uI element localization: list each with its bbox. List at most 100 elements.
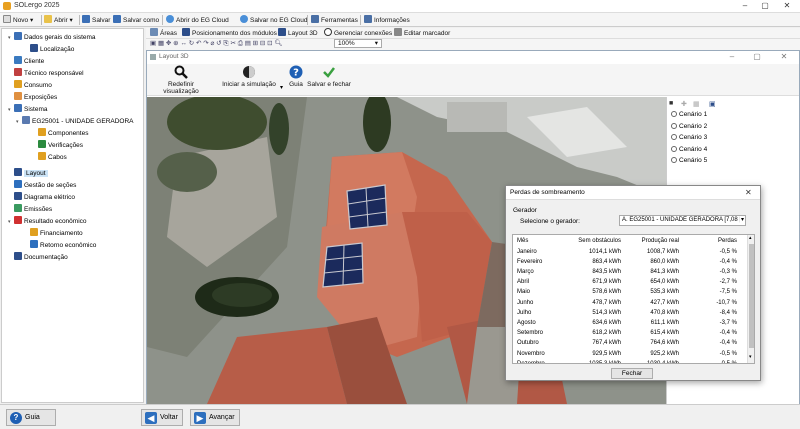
- tab-manage-connections[interactable]: Gerenciar conexões: [324, 28, 392, 38]
- chevron-down-icon: ▾: [374, 40, 378, 47]
- tree-item-tecnico-responsavel[interactable]: Técnico responsável: [8, 68, 84, 77]
- new-button[interactable]: Novo ▾: [3, 15, 33, 25]
- cables-icon: [38, 152, 46, 160]
- camera-icon[interactable]: ■: [669, 100, 673, 107]
- layout-3d-titlebar: Layout 3D – ▢ ✕: [147, 51, 799, 63]
- scenario-label: Cenário 2: [679, 122, 708, 130]
- open-cloud-button[interactable]: Abrir do EG Cloud: [166, 15, 229, 25]
- guide-button[interactable]: ? Guia: [6, 409, 56, 426]
- save-cloud-button[interactable]: Salvar no EG Cloud: [240, 15, 307, 25]
- tree-item-componentes[interactable]: Componentes: [32, 128, 88, 137]
- tree-item-retorno-economico[interactable]: Retorno econômico: [24, 240, 96, 249]
- scenario-option[interactable]: Cenário 5: [671, 156, 707, 166]
- table-cell: 1035,3 kWh: [588, 360, 621, 364]
- save-close-button[interactable]: Salvar e fechar: [307, 65, 351, 88]
- tree-item-resultado-economico[interactable]: ▾ Resultado econômico: [8, 216, 87, 225]
- tree-item-localizacao[interactable]: Localização: [24, 44, 74, 53]
- scroll-down-icon[interactable]: ▾: [749, 354, 752, 360]
- forward-button[interactable]: ▶ Avançar: [190, 409, 240, 426]
- tools-button[interactable]: Ferramentas: [311, 15, 358, 25]
- tree-item-dados-gerais-do-sistema[interactable]: ▾ Dados gerais do sistema: [8, 32, 96, 41]
- tree-item-label: Diagrama elétrico: [24, 194, 75, 201]
- open-button[interactable]: Abrir ▾: [44, 15, 73, 25]
- help-button[interactable]: ? Guia: [285, 65, 307, 88]
- zoom-select[interactable]: 100% ▾: [334, 39, 382, 48]
- scenario-option[interactable]: Cenário 2: [671, 122, 707, 132]
- tree-item-label: Retorno econômico: [40, 242, 97, 249]
- reset-view-button[interactable]: Redefinir visualização: [150, 65, 212, 95]
- app-logo-icon: [3, 2, 11, 10]
- tree-item-label: Dados gerais do sistema: [24, 34, 96, 41]
- close-icon[interactable]: ✕: [780, 1, 794, 11]
- dialog-close-icon[interactable]: ✕: [745, 188, 752, 197]
- folder-icon: [44, 15, 52, 23]
- tree-item-label: Financiamento: [40, 230, 83, 237]
- tree-item-diagrama-eletrico[interactable]: Diagrama elétrico: [8, 192, 75, 201]
- tree-item-gestao-de-secoes[interactable]: Gestão de seções: [8, 180, 76, 189]
- tree-item-label: Emissões: [24, 206, 53, 213]
- add-scenario-icon[interactable]: ✚: [681, 100, 687, 108]
- tab-edit-marker[interactable]: Editar marcador: [394, 28, 450, 38]
- radio-icon[interactable]: [671, 122, 677, 129]
- tree-item-exposicoes[interactable]: Exposições: [8, 92, 57, 101]
- close-icon[interactable]: ✕: [777, 52, 791, 62]
- tree-item-sistema[interactable]: ▾ Sistema: [8, 104, 47, 113]
- dialog-titlebar: Perdas de sombreamento ✕: [506, 186, 760, 200]
- close-dialog-button[interactable]: Fechar: [611, 368, 653, 379]
- back-button[interactable]: ◀ Voltar: [141, 409, 183, 426]
- minimize-icon[interactable]: –: [725, 52, 739, 62]
- tree-item-label: Resultado econômico: [24, 218, 87, 225]
- minimize-icon[interactable]: –: [738, 1, 752, 11]
- maximize-icon[interactable]: ▢: [750, 52, 764, 62]
- arrow-left-icon: ◀: [145, 412, 157, 424]
- info-label: Informações: [374, 17, 410, 24]
- start-simulation-button[interactable]: Iniciar a simulação: [221, 65, 277, 88]
- tree-item-eg25001-unidade-geradora[interactable]: ▾ EG25001 - UNIDADE GERADORA: [16, 116, 134, 125]
- layout-tabs-bar: Áreas Posicionamento dos módulos Layout …: [146, 28, 800, 39]
- tree-item-consumo[interactable]: Consumo: [8, 80, 52, 89]
- tab-areas[interactable]: Áreas: [150, 28, 177, 38]
- window-icon: [150, 54, 156, 60]
- tree-item-cabos[interactable]: Cabos: [32, 152, 67, 161]
- radio-icon[interactable]: [671, 157, 677, 163]
- info-icon: [364, 15, 372, 23]
- tree-item-label: Técnico responsável: [24, 70, 84, 77]
- save-button[interactable]: Salvar: [82, 15, 110, 25]
- table-cell: Dezembro: [517, 360, 545, 364]
- simulation-dropdown-icon[interactable]: ▾: [280, 84, 283, 91]
- tree-item-verificacoes[interactable]: Verificações: [32, 140, 83, 149]
- tab-module-positioning[interactable]: Posicionamento dos módulos: [182, 28, 277, 38]
- cloud-upload-icon: [240, 15, 248, 23]
- tab-marker-label: Editar marcador: [404, 30, 451, 37]
- tree-item-label: Verificações: [48, 142, 84, 149]
- consumption-icon: [14, 80, 22, 88]
- tree-item-emissoes[interactable]: Emissões: [8, 204, 52, 213]
- tree-item-layout[interactable]: Layout: [8, 168, 48, 177]
- save-as-button[interactable]: Salvar como: [113, 15, 159, 25]
- scenario-option[interactable]: Cenário 3: [671, 133, 707, 143]
- save-close-label: Salvar e fechar: [307, 81, 351, 88]
- radio-icon[interactable]: [671, 145, 677, 152]
- tree-item-documentacao[interactable]: Documentação: [8, 252, 68, 261]
- info-button[interactable]: Informações: [364, 15, 410, 25]
- tree-item-financiamento[interactable]: Financiamento: [24, 228, 83, 237]
- location-icon: [30, 44, 38, 52]
- maximize-icon[interactable]: ▢: [758, 1, 772, 11]
- scroll-thumb[interactable]: [749, 244, 754, 348]
- tree-item-label: Consumo: [24, 82, 52, 89]
- tree-item-cliente[interactable]: Cliente: [8, 56, 44, 65]
- generator-select[interactable]: A. EG25001 - UNIDADE GERADORA [7,08 | ▾: [619, 215, 746, 226]
- tab-layout-3d[interactable]: Layout 3D: [278, 28, 318, 38]
- scenario-option[interactable]: Cenário 1: [671, 110, 707, 120]
- scroll-up-icon[interactable]: ▴: [749, 235, 752, 241]
- edit-tools-icons[interactable]: ▣ ▦ ✥ ⊕ ↔ ↻ ↶ ↷ ⌀ ↺ ⎘ ✂ ⎙ ▤ ⊞ ⊟ ⊡ 🔍︎: [150, 39, 283, 49]
- table-scrollbar[interactable]: ▴ ▾: [747, 235, 754, 363]
- copy-scenario-icon[interactable]: ▦: [693, 100, 700, 108]
- technician-icon: [14, 68, 22, 76]
- radio-icon[interactable]: [671, 134, 677, 140]
- tree-item-label: Layout: [24, 170, 48, 177]
- scenario-option[interactable]: Cenário 4: [671, 145, 707, 155]
- client-icon: [14, 56, 22, 64]
- radio-icon[interactable]: [671, 111, 677, 117]
- save-scenario-icon[interactable]: ▣: [709, 100, 716, 108]
